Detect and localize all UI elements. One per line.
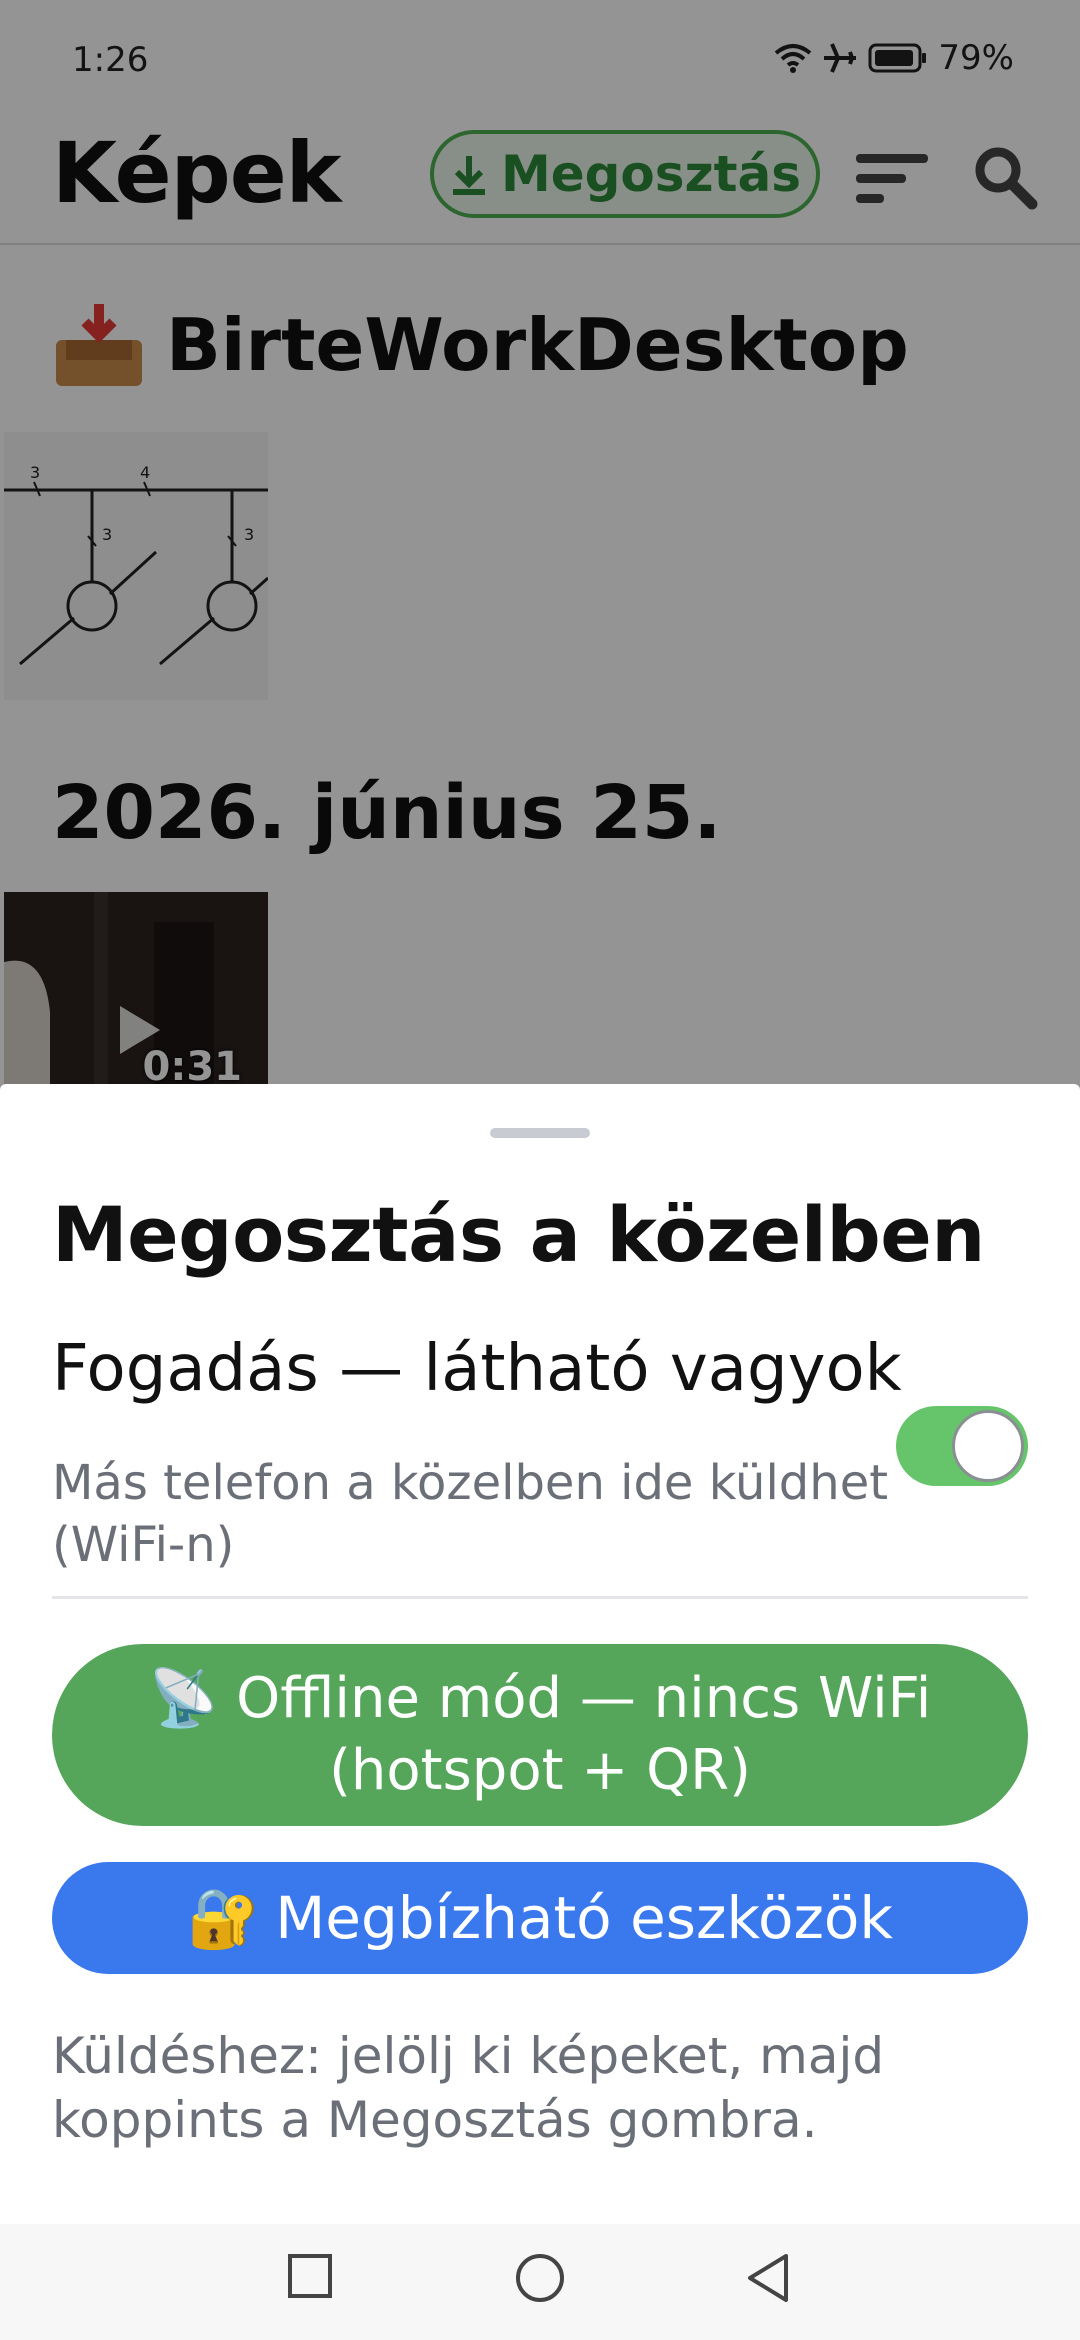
modal-scrim[interactable] (0, 0, 1080, 1090)
trusted-devices-label: Megbízható eszközök (275, 1884, 893, 1952)
gallery-app: 1:26 79% Képek Megosztás BirteWorkDeskto… (0, 0, 1080, 1090)
toggle-knob (952, 1410, 1024, 1482)
receive-toggle[interactable] (896, 1406, 1028, 1486)
trusted-devices-button[interactable]: 🔐 Megbízható eszközök (52, 1862, 1028, 1974)
sheet-title: Megosztás a közelben (52, 1190, 985, 1279)
screen: 1:26 79% Képek Megosztás BirteWorkDeskto… (0, 0, 1080, 2340)
offline-button-line2: (hotspot + QR) (329, 1738, 751, 1803)
receive-description: Más telefon a közelben ide küldhet (WiFi… (52, 1455, 889, 1573)
lock-key-icon: 🔐 (187, 1883, 260, 1952)
offline-mode-button[interactable]: 📡 Offline mód — nincs WiFi (hotspot + QR… (52, 1644, 1028, 1826)
system-nav-bar (0, 2224, 1080, 2340)
sheet-drag-handle[interactable] (490, 1128, 590, 1138)
offline-button-line1: 📡 Offline mód — nincs WiFi (148, 1666, 932, 1731)
receive-label: Fogadás — látható vagyok (52, 1332, 902, 1406)
nearby-share-sheet: Megosztás a közelben Fogadás — látható v… (0, 1084, 1080, 2224)
back-icon[interactable] (744, 2252, 792, 2304)
recents-icon[interactable] (286, 2252, 334, 2300)
home-icon[interactable] (514, 2252, 566, 2304)
divider (52, 1596, 1028, 1599)
send-hint: Küldéshez: jelölj ki képeket, majd koppi… (52, 2027, 885, 2149)
